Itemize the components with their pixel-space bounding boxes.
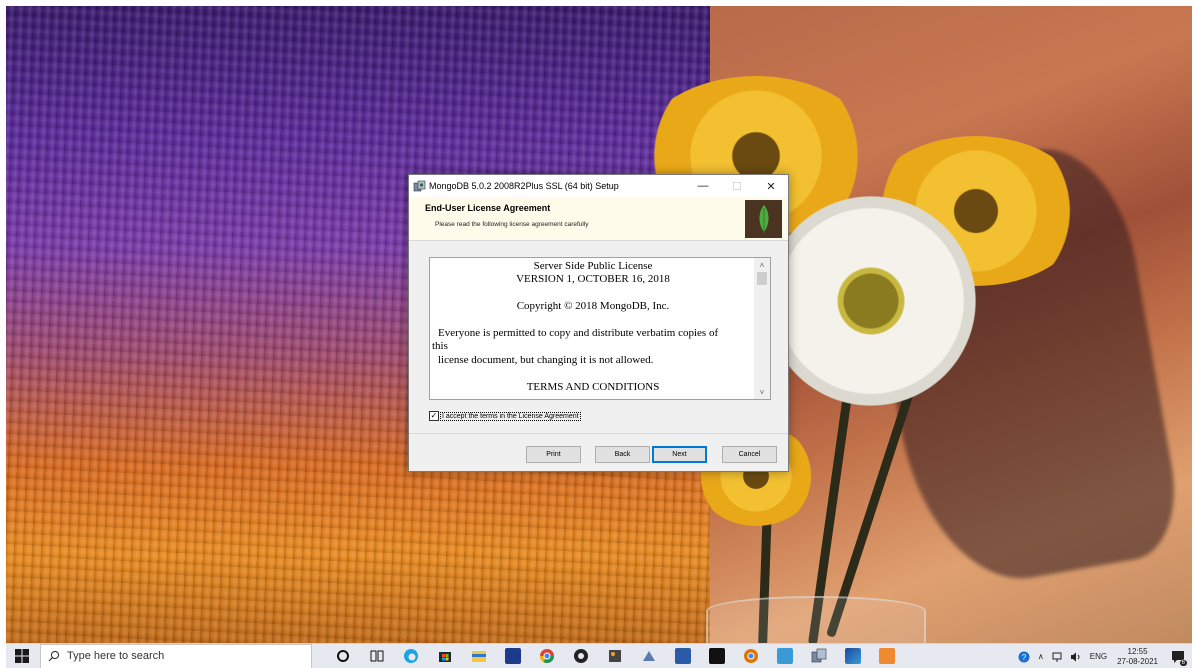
license-scrollbar[interactable]: ˄ ˅: [754, 258, 770, 399]
accept-terms-row[interactable]: ✓ I accept the terms in the License Agre…: [429, 411, 581, 421]
page-title: End-User License Agreement: [425, 203, 551, 213]
volume-icon[interactable]: [1070, 652, 1082, 662]
scroll-thumb[interactable]: [757, 272, 767, 285]
divider: [409, 433, 788, 434]
dialog-titlebar[interactable]: MongoDB 5.0.2 2008R2Plus SSL (64 bit) Se…: [409, 175, 788, 197]
page-subtitle: Please read the following license agreem…: [435, 221, 589, 228]
search-icon: [41, 650, 67, 662]
search-placeholder: Type here to search: [67, 650, 165, 662]
store-icon[interactable]: [428, 644, 462, 668]
cortana-icon[interactable]: [326, 644, 360, 668]
license-content: Server Side Public License VERSION 1, OC…: [432, 260, 754, 394]
clock-date: 27-08-2021: [1117, 656, 1158, 666]
license-line: Server Side Public License: [533, 260, 653, 272]
chrome-canary-icon[interactable]: [734, 644, 768, 668]
maximize-button: ☐: [732, 180, 742, 193]
back-button[interactable]: Back: [595, 446, 650, 463]
obs-icon[interactable]: [564, 644, 598, 668]
license-line: Everyone is permitted to copy and distri…: [438, 327, 719, 339]
task-view-icon[interactable]: [360, 644, 394, 668]
minimize-button[interactable]: —: [686, 175, 720, 197]
chevron-up-icon[interactable]: ∧: [1038, 652, 1044, 661]
help-icon[interactable]: ?: [1018, 651, 1030, 663]
accept-terms-label[interactable]: I accept the terms in the License Agreem…: [440, 411, 581, 421]
taskbar-search-input[interactable]: Type here to search: [40, 643, 312, 668]
dialog-title: MongoDB 5.0.2 2008R2Plus SSL (64 bit) Se…: [429, 181, 619, 191]
powershell-icon[interactable]: [496, 644, 530, 668]
system-tray: ? ∧ ENG 12:55 27-08-2021 6: [1014, 644, 1192, 668]
license-line: license document, but changing it is not…: [438, 354, 654, 366]
next-button[interactable]: Next: [652, 446, 707, 463]
windows-start-icon[interactable]: [6, 644, 38, 668]
scroll-up-icon[interactable]: ˄: [754, 258, 770, 272]
app-icon-5[interactable]: [870, 644, 904, 668]
language-indicator[interactable]: ENG: [1090, 652, 1107, 661]
network-icon[interactable]: [1052, 652, 1062, 662]
edge-icon[interactable]: [394, 644, 428, 668]
clock-time: 12:55: [1127, 646, 1148, 656]
app-icon-4[interactable]: [836, 644, 870, 668]
svg-text:?: ?: [1022, 653, 1027, 662]
app-icon-3[interactable]: [666, 644, 700, 668]
accept-terms-checkbox[interactable]: ✓: [429, 411, 439, 421]
license-line: Copyright © 2018 MongoDB, Inc.: [516, 300, 670, 312]
header-banner: End-User License Agreement Please read t…: [409, 197, 788, 241]
chrome-icon[interactable]: [530, 644, 564, 668]
close-button[interactable]: ✕: [754, 175, 788, 197]
terminal-icon[interactable]: [700, 644, 734, 668]
taskbar: Type here to search ? ∧ ENG 12:55 27-08-…: [6, 643, 1192, 668]
clock[interactable]: 12:55 27-08-2021: [1117, 647, 1158, 667]
photos-icon[interactable]: [768, 644, 802, 668]
app-icon-2[interactable]: [632, 644, 666, 668]
mongodb-leaf-icon: [745, 200, 782, 238]
notification-center-icon[interactable]: 6: [1164, 644, 1192, 668]
cancel-button[interactable]: Cancel: [722, 446, 777, 463]
scroll-down-icon[interactable]: ˅: [754, 385, 770, 399]
app-icon[interactable]: [598, 644, 632, 668]
setup-dialog: MongoDB 5.0.2 2008R2Plus SSL (64 bit) Se…: [408, 174, 789, 472]
license-line: TERMS AND CONDITIONS: [526, 381, 660, 393]
installer-icon: [412, 179, 426, 193]
mongodb-setup-icon[interactable]: [802, 644, 836, 668]
white-flower: [766, 196, 976, 406]
license-text-area[interactable]: Server Side Public License VERSION 1, OC…: [429, 257, 771, 400]
print-button[interactable]: Print: [526, 446, 581, 463]
glass-vase: [706, 596, 926, 643]
license-line: VERSION 1, OCTOBER 16, 2018: [516, 273, 670, 285]
file-explorer-icon[interactable]: [462, 644, 496, 668]
license-line: this: [432, 340, 448, 352]
notification-count: 6: [1179, 660, 1187, 666]
pinned-apps: [326, 644, 904, 668]
